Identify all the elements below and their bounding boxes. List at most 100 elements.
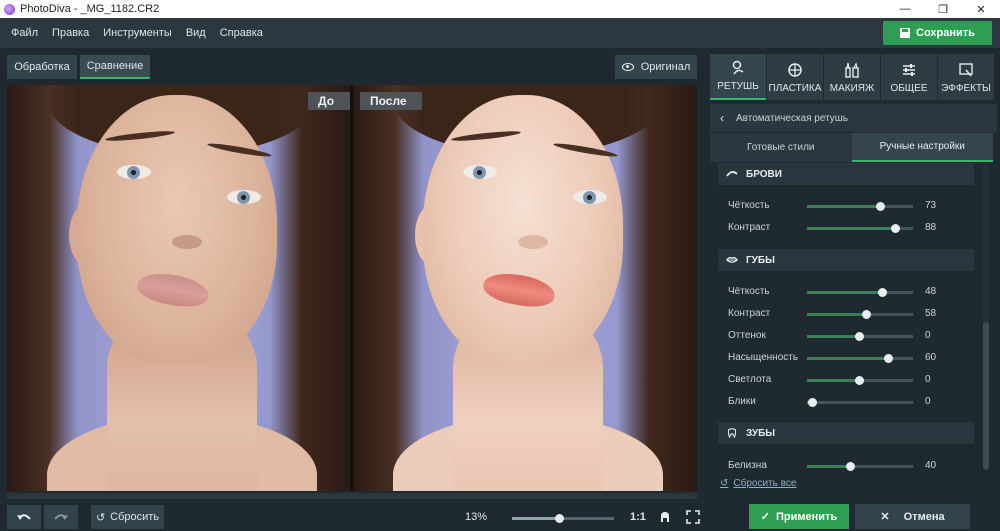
settings-scrollbar[interactable] <box>983 322 989 470</box>
eye-icon <box>621 63 634 71</box>
effects-icon <box>959 63 973 77</box>
slider-handle[interactable] <box>876 202 886 211</box>
tab-manual-settings[interactable]: Ручные настройки <box>851 133 993 162</box>
slider-value: 40 <box>925 460 937 471</box>
slider-track[interactable] <box>807 310 913 319</box>
makeup-icon <box>845 62 859 78</box>
slider-row[interactable]: Оттенок 0 <box>710 328 988 344</box>
slider-row[interactable]: Чёткость 73 <box>710 198 988 214</box>
section-brows-title: БРОВИ <box>746 168 782 180</box>
fullscreen-icon[interactable] <box>686 510 700 524</box>
reset-button[interactable]: ↺ Сбросить <box>91 505 164 529</box>
bottom-bar: ↺ Сбросить 13% 1:1 <box>0 502 706 531</box>
sliders-icon <box>903 64 915 76</box>
slider-row[interactable]: Контраст 88 <box>710 220 988 236</box>
slider-label: Контраст <box>728 308 771 319</box>
original-button[interactable]: Оригинал <box>615 55 697 79</box>
slider-track[interactable] <box>807 224 913 233</box>
slider-value: 48 <box>925 286 937 297</box>
tab-presets[interactable]: Готовые стили <box>710 133 852 162</box>
tab-processing[interactable]: Обработка <box>7 55 77 79</box>
slider-track[interactable] <box>807 288 913 297</box>
section-brows[interactable]: БРОВИ <box>718 163 974 185</box>
slider-track[interactable] <box>807 332 913 341</box>
zoom-slider-handle[interactable] <box>554 514 564 523</box>
cancel-button[interactable]: ✕ Отмена <box>855 504 970 529</box>
slider-track[interactable] <box>807 354 913 363</box>
menu-view[interactable]: Вид <box>179 27 213 39</box>
undo-icon <box>17 514 31 520</box>
slider-value: 0 <box>925 396 931 407</box>
hand-tool-icon[interactable] <box>658 510 672 524</box>
reset-all-link[interactable]: ↺ Сбросить все <box>720 478 796 489</box>
tab-effects-label: ЭФФЕКТЫ <box>941 83 991 94</box>
settings-subtabs: Готовые стили Ручные настройки <box>710 133 993 162</box>
slider-row[interactable]: Светлота 0 <box>710 372 988 388</box>
slider-value: 0 <box>925 374 931 385</box>
view-toolbar: Обработка Сравнение Оригинал <box>0 48 706 84</box>
tab-general[interactable]: ОБЩЕЕ <box>881 54 937 100</box>
slider-row[interactable]: Чёткость 48 <box>710 284 988 300</box>
slider-handle[interactable] <box>846 462 856 471</box>
tab-effects[interactable]: ЭФФЕКТЫ <box>938 54 994 100</box>
slider-row[interactable]: Белизна 40 <box>710 458 988 474</box>
slider-value: 73 <box>925 200 937 211</box>
slider-value: 88 <box>925 222 937 233</box>
slider-label: Оттенок <box>728 330 766 341</box>
save-button[interactable]: Сохранить <box>883 21 992 45</box>
slider-row[interactable]: Насыщенность 60 <box>710 350 988 366</box>
slider-handle[interactable] <box>890 224 900 233</box>
slider-track[interactable] <box>807 462 913 471</box>
menu-file[interactable]: Файл <box>4 27 45 39</box>
reset-button-label: Сбросить <box>110 511 160 523</box>
slider-label: Контраст <box>728 222 771 233</box>
zoom-slider[interactable] <box>512 514 614 523</box>
tab-makeup[interactable]: МАКИЯЖ <box>824 54 880 100</box>
tab-general-label: ОБЩЕЕ <box>890 83 928 94</box>
menu-edit[interactable]: Правка <box>45 27 96 39</box>
slider-track[interactable] <box>807 376 913 385</box>
apply-button-label: Применить <box>776 510 838 523</box>
section-lips-title: ГУБЫ <box>746 254 775 266</box>
slider-handle[interactable] <box>862 310 872 319</box>
section-lips[interactable]: ГУБЫ <box>718 249 974 271</box>
apply-button[interactable]: ✓ Применить <box>749 504 849 529</box>
slider-handle[interactable] <box>878 288 888 297</box>
reset-icon: ↺ <box>95 511 106 524</box>
slider-handle[interactable] <box>808 398 818 407</box>
retouch-icon <box>732 60 744 75</box>
maximize-button[interactable]: ❐ <box>924 0 962 18</box>
slider-label: Блики <box>728 396 756 407</box>
slider-value: 58 <box>925 308 937 319</box>
slider-row[interactable]: Контраст 58 <box>710 306 988 322</box>
app-logo-icon <box>4 3 15 15</box>
close-icon: ✕ <box>880 511 890 523</box>
slider-label: Светлота <box>728 374 772 385</box>
redo-icon <box>54 514 68 520</box>
slider-handle[interactable] <box>883 354 893 363</box>
tab-retouch[interactable]: РЕТУШЬ <box>710 54 766 100</box>
slider-handle[interactable] <box>854 376 864 385</box>
tab-compare[interactable]: Сравнение <box>80 55 150 79</box>
image-canvas[interactable]: До После <box>7 85 697 491</box>
slider-row[interactable]: Блики 0 <box>710 394 988 410</box>
tab-plastic[interactable]: ПЛАСТИКА <box>767 54 823 100</box>
undo-button[interactable] <box>7 505 41 529</box>
slider-value: 0 <box>925 330 931 341</box>
horizontal-scrollbar[interactable] <box>7 493 697 499</box>
redo-button[interactable] <box>44 505 78 529</box>
slider-track[interactable] <box>807 398 913 407</box>
before-photo: До <box>7 85 350 491</box>
minimize-button[interactable]: — <box>886 0 924 18</box>
menu-help[interactable]: Справка <box>213 27 270 39</box>
cancel-button-label: Отмена <box>903 510 945 523</box>
back-chevron-icon[interactable]: ‹ <box>720 111 724 125</box>
window-title: PhotoDiva - _MG_1182.CR2 <box>20 3 160 15</box>
section-teeth[interactable]: ЗУБЫ <box>718 422 974 444</box>
actual-size-button[interactable]: 1:1 <box>630 511 646 523</box>
reset-all-label: Сбросить все <box>733 478 797 489</box>
menu-tools[interactable]: Инструменты <box>96 27 179 39</box>
slider-handle[interactable] <box>854 332 864 341</box>
slider-track[interactable] <box>807 202 913 211</box>
close-button[interactable]: ✕ <box>962 0 1000 18</box>
